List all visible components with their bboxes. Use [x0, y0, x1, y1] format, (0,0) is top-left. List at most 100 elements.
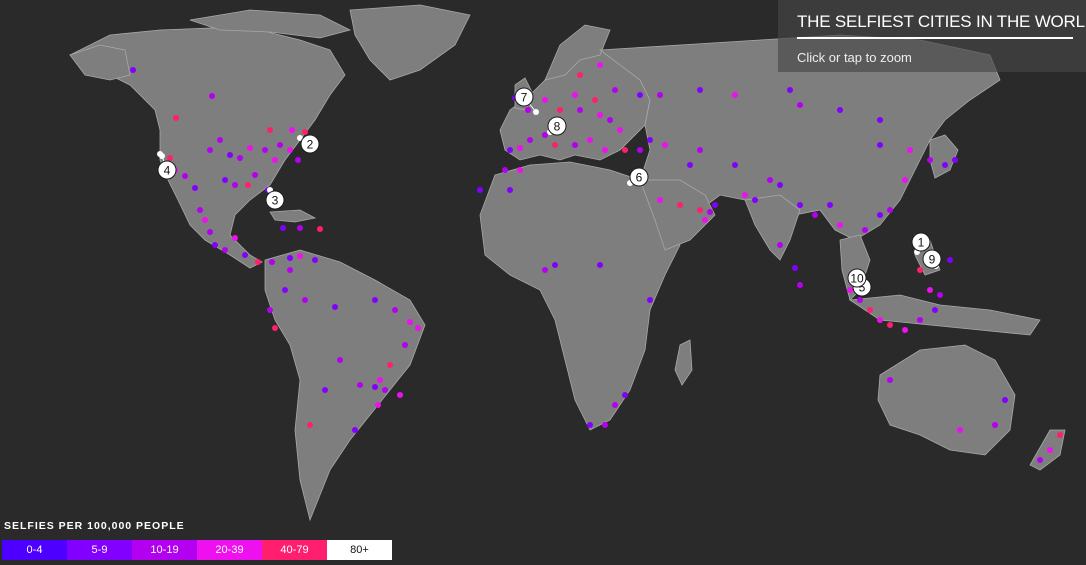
rank-marker-3[interactable]: 3	[265, 187, 285, 210]
city-dot[interactable]	[592, 97, 598, 103]
city-dot[interactable]	[280, 225, 286, 231]
rank-marker-2[interactable]: 2	[297, 134, 320, 154]
city-dot[interactable]	[622, 147, 628, 153]
city-dot[interactable]	[517, 167, 523, 173]
city-dot[interactable]	[397, 392, 403, 398]
city-dot[interactable]	[272, 325, 278, 331]
legend-bin-40-79[interactable]: 40-79	[262, 540, 327, 560]
city-dot[interactable]	[207, 229, 213, 235]
city-dot[interactable]	[877, 212, 883, 218]
legend-bin-0-4[interactable]: 0-4	[2, 540, 67, 560]
city-dot[interactable]	[212, 242, 218, 248]
city-dot[interactable]	[477, 187, 483, 193]
city-dot[interactable]	[617, 127, 623, 133]
city-dot[interactable]	[697, 87, 703, 93]
city-dot[interactable]	[415, 325, 421, 331]
city-dot[interactable]	[867, 307, 873, 313]
city-dot[interactable]	[352, 427, 358, 433]
city-dot[interactable]	[657, 92, 663, 98]
city-dot[interactable]	[542, 267, 548, 273]
city-dot[interactable]	[932, 307, 938, 313]
city-dot[interactable]	[312, 257, 318, 263]
city-dot[interactable]	[742, 192, 748, 198]
city-dot[interactable]	[269, 259, 275, 265]
city-dot[interactable]	[297, 225, 303, 231]
city-dot[interactable]	[877, 142, 883, 148]
city-dot[interactable]	[612, 402, 618, 408]
city-dot[interactable]	[577, 72, 583, 78]
city-dot[interactable]	[797, 202, 803, 208]
city-dot[interactable]	[287, 255, 293, 261]
city-dot[interactable]	[712, 202, 718, 208]
city-dot[interactable]	[337, 357, 343, 363]
city-dot[interactable]	[227, 152, 233, 158]
city-dot[interactable]	[217, 137, 223, 143]
city-dot[interactable]	[572, 92, 578, 98]
city-dot[interactable]	[267, 307, 273, 313]
city-dot[interactable]	[587, 422, 593, 428]
city-dot[interactable]	[927, 157, 933, 163]
map-canvas[interactable]: 12345678910	[0, 0, 1086, 565]
city-dot[interactable]	[697, 207, 703, 213]
legend-bin-5-9[interactable]: 5-9	[67, 540, 132, 560]
city-dot[interactable]	[732, 92, 738, 98]
city-dot[interactable]	[375, 402, 381, 408]
city-dot[interactable]	[787, 87, 793, 93]
city-dot[interactable]	[267, 127, 273, 133]
city-dot[interactable]	[887, 207, 893, 213]
city-dot[interactable]	[182, 173, 188, 179]
city-dot[interactable]	[372, 384, 378, 390]
city-dot[interactable]	[917, 317, 923, 323]
city-dot[interactable]	[282, 287, 288, 293]
city-dot[interactable]	[289, 127, 295, 133]
city-dot[interactable]	[377, 377, 383, 383]
city-dot[interactable]	[507, 147, 513, 153]
city-dot[interactable]	[517, 145, 523, 151]
city-dot[interactable]	[222, 177, 228, 183]
city-dot[interactable]	[387, 362, 393, 368]
rank-marker-6[interactable]: 6	[627, 167, 649, 187]
city-dot[interactable]	[767, 177, 773, 183]
city-dot[interactable]	[637, 147, 643, 153]
city-dot[interactable]	[942, 162, 948, 168]
city-dot[interactable]	[302, 297, 308, 303]
city-dot[interactable]	[857, 297, 863, 303]
city-dot[interactable]	[357, 382, 363, 388]
city-dot[interactable]	[552, 262, 558, 268]
city-dot[interactable]	[297, 253, 303, 259]
city-dot[interactable]	[992, 422, 998, 428]
city-dot[interactable]	[612, 87, 618, 93]
city-dot[interactable]	[222, 247, 228, 253]
city-dot[interactable]	[322, 387, 328, 393]
city-dot[interactable]	[777, 182, 783, 188]
city-dot[interactable]	[657, 197, 663, 203]
city-dot[interactable]	[552, 142, 558, 148]
city-dot[interactable]	[237, 155, 243, 161]
city-dot[interactable]	[837, 107, 843, 113]
city-dot[interactable]	[877, 317, 883, 323]
city-dot[interactable]	[130, 67, 136, 73]
city-dot[interactable]	[947, 257, 953, 263]
city-dot[interactable]	[797, 282, 803, 288]
city-dot[interactable]	[232, 182, 238, 188]
city-dot[interactable]	[952, 157, 958, 163]
city-dot[interactable]	[907, 147, 913, 153]
city-dot[interactable]	[662, 142, 668, 148]
city-dot[interactable]	[847, 287, 853, 293]
city-dot[interactable]	[192, 185, 198, 191]
city-dot[interactable]	[242, 252, 248, 258]
city-dot[interactable]	[502, 167, 508, 173]
city-dot[interactable]	[887, 322, 893, 328]
city-dot[interactable]	[287, 147, 293, 153]
city-dot[interactable]	[277, 142, 283, 148]
city-dot[interactable]	[173, 115, 179, 121]
city-dot[interactable]	[527, 137, 533, 143]
city-dot[interactable]	[382, 387, 388, 393]
city-dot[interactable]	[1057, 432, 1063, 438]
city-dot[interactable]	[602, 147, 608, 153]
world-map[interactable]: 1 2 3 4 5 6 7 8 9 10	[0, 0, 1086, 565]
city-dot[interactable]	[707, 209, 713, 215]
city-dot[interactable]	[542, 132, 548, 138]
city-dot[interactable]	[302, 129, 308, 135]
city-dot[interactable]	[262, 147, 268, 153]
